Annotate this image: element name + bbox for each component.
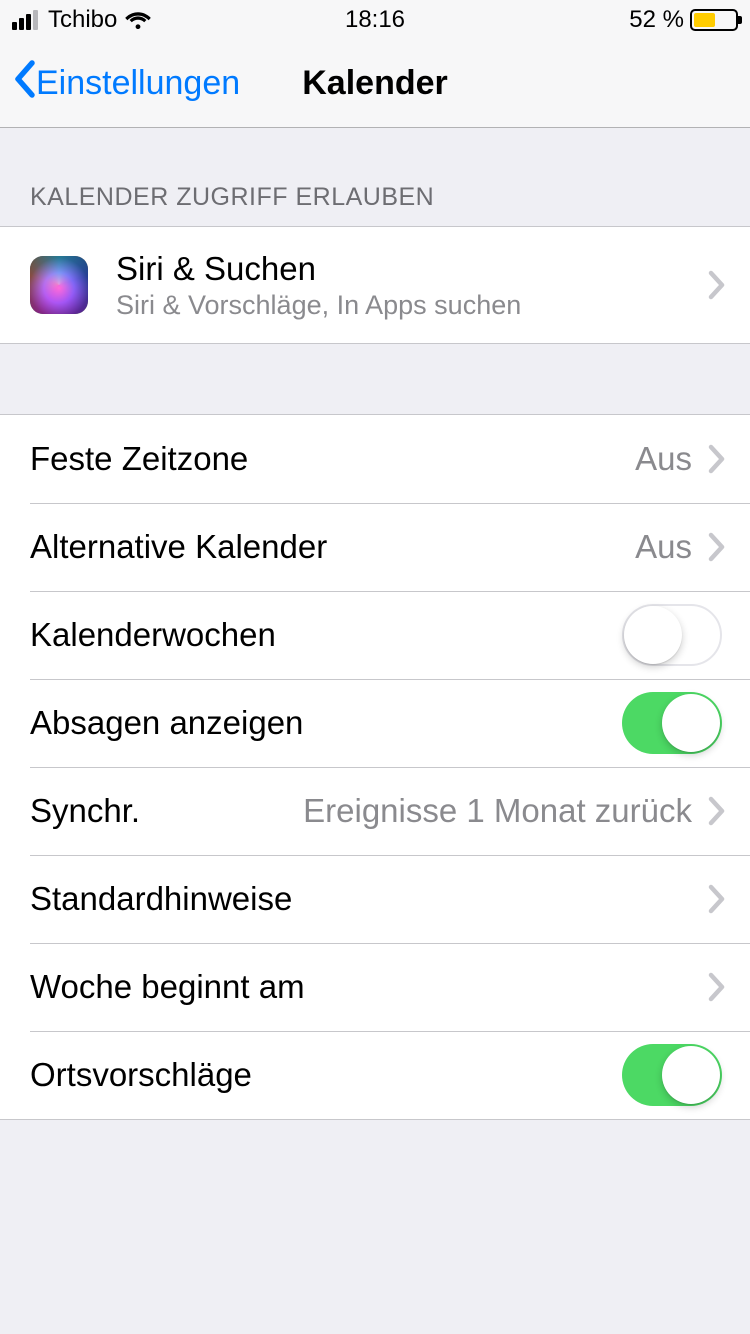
row-siri-search[interactable]: Siri & Suchen Siri & Vorschläge, In Apps… (0, 227, 750, 343)
row-value: Ereignisse 1 Monat zurück (303, 792, 702, 830)
chevron-right-icon (702, 972, 750, 1002)
list-group-access: Siri & Suchen Siri & Vorschläge, In Apps… (0, 226, 750, 344)
cellular-signal-icon (12, 10, 38, 30)
toggle-show-declined[interactable] (622, 692, 722, 754)
toggle-week-numbers[interactable] (622, 604, 722, 666)
chevron-right-icon (702, 532, 750, 562)
row-value: Aus (635, 440, 702, 478)
row-label: Ortsvorschläge (30, 1056, 622, 1094)
row-title: Siri & Suchen (116, 250, 702, 288)
toggle-knob (624, 606, 682, 664)
row-label: Kalenderwochen (30, 616, 622, 654)
row-week-start[interactable]: Woche beginnt am (0, 943, 750, 1031)
status-right: 52 % (629, 6, 738, 34)
chevron-right-icon (702, 270, 750, 300)
status-left: Tchibo (12, 6, 153, 34)
chevron-left-icon (12, 59, 36, 108)
carrier-label: Tchibo (48, 6, 117, 34)
row-label: Absagen anzeigen (30, 704, 622, 742)
nav-header: Einstellungen Kalender (0, 40, 750, 128)
row-label: Alternative Kalender (30, 528, 635, 566)
row-show-declined: Absagen anzeigen (0, 679, 750, 767)
chevron-right-icon (702, 444, 750, 474)
row-location-suggestions: Ortsvorschläge (0, 1031, 750, 1119)
section-gap (0, 344, 750, 414)
toggle-knob (662, 1046, 720, 1104)
battery-percent-label: 52 % (629, 6, 684, 34)
row-fixed-timezone[interactable]: Feste Zeitzone Aus (0, 415, 750, 503)
status-time: 18:16 (345, 6, 405, 34)
status-bar: Tchibo 18:16 52 % (0, 0, 750, 40)
row-label: Standardhinweise (30, 880, 702, 918)
toggle-location-suggestions[interactable] (622, 1044, 722, 1106)
back-label: Einstellungen (36, 64, 240, 103)
back-button[interactable]: Einstellungen (0, 59, 240, 108)
list-group-settings: Feste Zeitzone Aus Alternative Kalender … (0, 414, 750, 1120)
chevron-right-icon (702, 796, 750, 826)
row-default-alerts[interactable]: Standardhinweise (0, 855, 750, 943)
row-text: Siri & Suchen Siri & Vorschläge, In Apps… (116, 236, 702, 335)
battery-fill (694, 13, 715, 27)
row-value: Aus (635, 528, 702, 566)
row-sync[interactable]: Synchr. Ereignisse 1 Monat zurück (0, 767, 750, 855)
row-alternative-calendars[interactable]: Alternative Kalender Aus (0, 503, 750, 591)
row-label: Synchr. (30, 792, 303, 830)
row-week-numbers: Kalenderwochen (0, 591, 750, 679)
toggle-knob (662, 694, 720, 752)
row-subtitle: Siri & Vorschläge, In Apps suchen (116, 290, 702, 321)
section-header-access: KALENDER ZUGRIFF ERLAUBEN (0, 128, 750, 226)
row-label: Woche beginnt am (30, 968, 702, 1006)
chevron-right-icon (702, 884, 750, 914)
battery-icon (690, 9, 738, 31)
wifi-icon (123, 9, 153, 31)
row-label: Feste Zeitzone (30, 440, 635, 478)
page-title: Kalender (302, 64, 448, 103)
siri-icon (30, 256, 88, 314)
